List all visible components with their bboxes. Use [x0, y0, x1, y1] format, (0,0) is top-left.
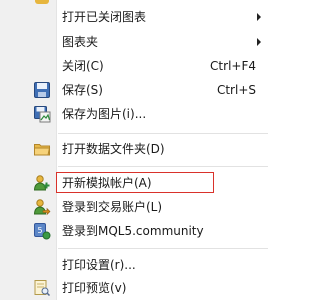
- mql5-icon: 5: [33, 222, 51, 240]
- menu-separator: [58, 133, 268, 134]
- menu-item-label: 打开数据文件夹(D): [62, 142, 165, 156]
- partial-icon: [35, 0, 49, 4]
- menu-item-label: 登录到MQL5.community: [62, 224, 204, 238]
- menu-item-save-as-picture[interactable]: 保存为图片(i)...: [0, 102, 300, 126]
- menu-item-label: 打印预览(v): [62, 281, 127, 295]
- login-account-icon: [33, 198, 51, 216]
- menu-item-label: 打开已关闭图表: [62, 10, 147, 24]
- menu-item-label: 打印设置(r)...: [62, 258, 136, 272]
- menu-item-label: 保存为图片(i)...: [62, 107, 147, 121]
- save-icon: [33, 81, 51, 99]
- new-demo-account-icon: [33, 174, 51, 192]
- menu-item-print-preview[interactable]: 打印预览(v): [0, 276, 300, 300]
- menu-item-shortcut: Ctrl+F4: [210, 59, 256, 73]
- print-preview-icon: [33, 279, 51, 297]
- folder-icon: [33, 140, 51, 158]
- menu-item-label: 登录到交易账户(L): [62, 200, 163, 214]
- menu-item-label: 关闭(C): [62, 59, 104, 73]
- submenu-arrow-icon: [257, 38, 261, 46]
- menu-item-chart-folders[interactable]: 图表夹: [0, 30, 300, 54]
- menu-item-shortcut: Ctrl+S: [216, 83, 256, 97]
- menu-item-open-demo-account[interactable]: 开新模拟帐户(A): [0, 171, 300, 195]
- save-as-picture-icon: [33, 105, 51, 123]
- menu-item-label: 保存(S): [62, 83, 103, 97]
- menu-item-label: 图表夹: [62, 35, 99, 49]
- menu-item-close[interactable]: 关闭(C) Ctrl+F4: [0, 54, 300, 78]
- menu-separator: [58, 248, 268, 249]
- menu-separator: [58, 166, 268, 167]
- menu-item-open-data-folder[interactable]: 打开数据文件夹(D): [0, 137, 300, 161]
- context-menu: 打开已关闭图表 图表夹 关闭(C) Ctrl+F4 保存(S) Ctrl+S 保…: [0, 0, 300, 300]
- menu-item-label: 开新模拟帐户(A): [62, 176, 152, 190]
- submenu-arrow-icon: [257, 13, 261, 21]
- menu-item-open-closed-charts[interactable]: 打开已关闭图表: [0, 5, 300, 29]
- menu-item-save[interactable]: 保存(S) Ctrl+S: [0, 78, 300, 102]
- menu-item-print-setup[interactable]: 打印设置(r)...: [0, 253, 300, 277]
- menu-item-login-mql5[interactable]: 5 登录到MQL5.community: [0, 219, 300, 243]
- svg-text:5: 5: [37, 226, 42, 235]
- menu-item-login-trade-account[interactable]: 登录到交易账户(L): [0, 195, 300, 219]
